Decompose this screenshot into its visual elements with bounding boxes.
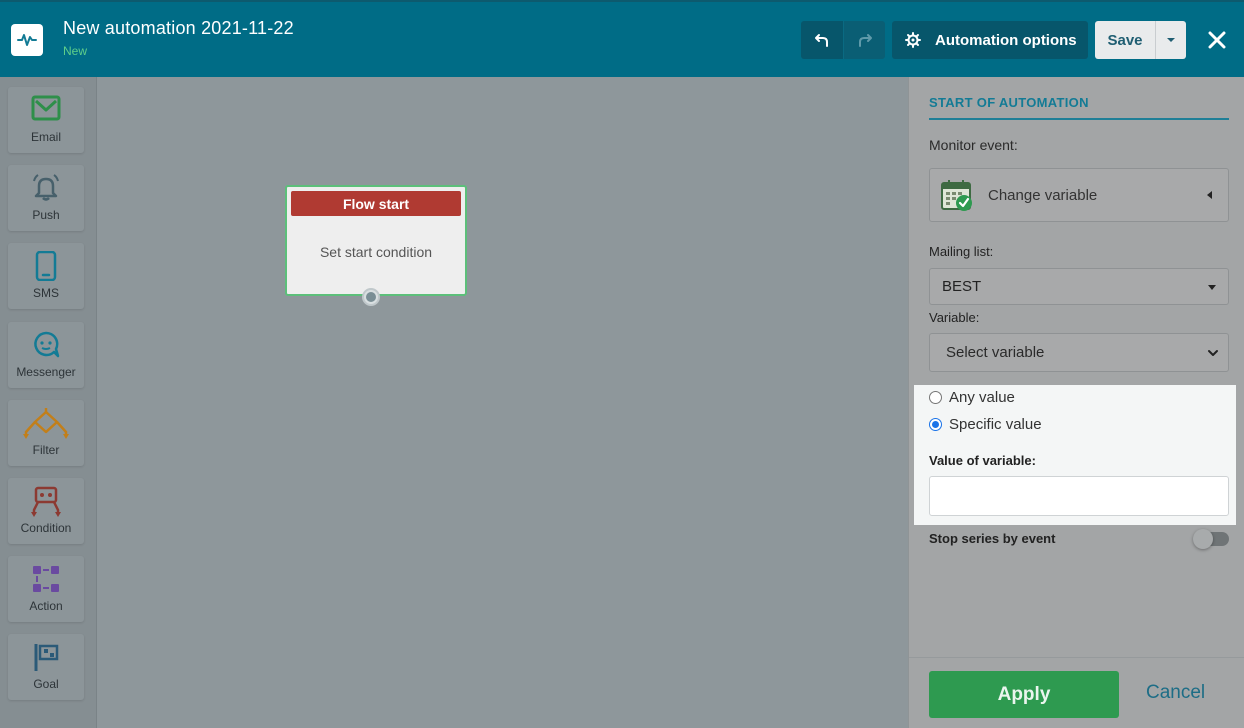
radio-any-value[interactable]: Any value (929, 389, 1015, 406)
mailing-list-select[interactable]: BEST (929, 268, 1229, 305)
palette-label-messenger: Messenger (16, 365, 76, 379)
palette-item-sms[interactable]: SMS (8, 243, 84, 309)
palette-item-messenger[interactable]: Messenger (8, 322, 84, 388)
monitor-event-value: Change variable (988, 186, 1098, 204)
palette-item-goal[interactable]: Goal (8, 634, 84, 700)
save-dropdown-button[interactable] (1155, 21, 1186, 59)
cancel-button[interactable]: Cancel (1146, 682, 1205, 704)
node-output-port[interactable] (362, 288, 380, 306)
save-button[interactable]: Save (1095, 21, 1155, 59)
history-buttons (801, 21, 885, 59)
radio-any-value-control[interactable] (929, 391, 942, 404)
action-icon (33, 566, 59, 592)
palette-label-sms: SMS (32, 286, 59, 300)
palette-label-condition: Condition (20, 521, 72, 535)
palette-item-push[interactable]: Push (8, 165, 84, 231)
panel-divider (929, 118, 1229, 120)
palette-label-filter: Filter (32, 443, 60, 457)
email-icon (31, 95, 61, 121)
calendar-check-icon (941, 180, 972, 211)
gear-icon (905, 32, 921, 48)
toggle-knob (1193, 529, 1213, 549)
palette-label-email: Email (30, 130, 61, 144)
mailing-list-label: Mailing list: (929, 244, 994, 259)
chat-icon (34, 331, 60, 358)
caret-down-icon (1167, 38, 1175, 42)
automation-options-label: Automation options (935, 31, 1077, 49)
palette-label-action: Action (29, 599, 63, 613)
undo-button[interactable] (801, 21, 843, 59)
stop-series-label: Stop series by event (929, 531, 1056, 546)
palette-item-email[interactable]: Email (8, 87, 84, 153)
page-title: New automation 2021-11-22 (63, 18, 294, 38)
condition-icon (31, 486, 61, 517)
palette-item-condition[interactable]: Condition (8, 478, 84, 544)
pulse-icon[interactable] (11, 24, 43, 56)
redo-button[interactable] (843, 21, 885, 59)
node-body: Set start condition (319, 244, 433, 260)
close-button[interactable] (1205, 28, 1229, 52)
palette-label-goal: Goal (33, 677, 59, 691)
settings-panel: START OF AUTOMATION Monitor event: Chang… (908, 77, 1244, 728)
flow-start-node[interactable]: Flow start Set start condition (285, 185, 467, 296)
undo-icon (815, 34, 828, 47)
flag-icon (34, 644, 59, 671)
chevron-down-icon (1208, 350, 1218, 356)
stop-series-toggle[interactable] (1193, 529, 1229, 549)
value-of-variable-label: Value of variable: (929, 453, 1036, 468)
automation-options-button[interactable]: Automation options (892, 21, 1088, 59)
radio-specific-value[interactable]: Specific value (929, 416, 1042, 433)
variable-placeholder: Select variable (946, 344, 1045, 361)
mailing-list-value: BEST (942, 278, 982, 295)
monitor-event-select[interactable]: Change variable (929, 168, 1229, 222)
caret-left-icon (1207, 191, 1212, 199)
phone-icon (35, 251, 57, 281)
element-palette: Email Push SMS Messenger Filter Conditio… (0, 77, 97, 728)
flow-canvas[interactable] (97, 77, 908, 728)
radio-specific-value-control[interactable] (929, 418, 942, 431)
close-icon (1208, 31, 1226, 49)
radio-any-value-label: Any value (949, 389, 1015, 406)
panel-title: START OF AUTOMATION (929, 95, 1089, 110)
apply-button[interactable]: Apply (929, 671, 1119, 718)
caret-down-icon (1208, 285, 1216, 290)
redo-icon (858, 34, 872, 47)
variable-select[interactable]: Select variable (929, 333, 1229, 372)
variable-label: Variable: (929, 310, 980, 325)
node-title: Flow start (291, 191, 461, 216)
app-header: New automation 2021-11-22 New Automation… (0, 0, 1244, 77)
radio-specific-value-label: Specific value (949, 416, 1042, 433)
value-options-section: Any value Specific value Value of variab… (914, 385, 1236, 525)
palette-item-filter[interactable]: Filter (8, 400, 84, 466)
bell-icon (33, 174, 59, 201)
value-of-variable-input[interactable] (929, 476, 1229, 516)
status-label: New (63, 44, 88, 58)
palette-label-push: Push (32, 208, 60, 222)
monitor-event-label: Monitor event: (929, 137, 1018, 153)
filter-icon (23, 408, 69, 439)
panel-footer: Apply Cancel (909, 657, 1244, 728)
palette-item-action[interactable]: Action (8, 556, 84, 622)
